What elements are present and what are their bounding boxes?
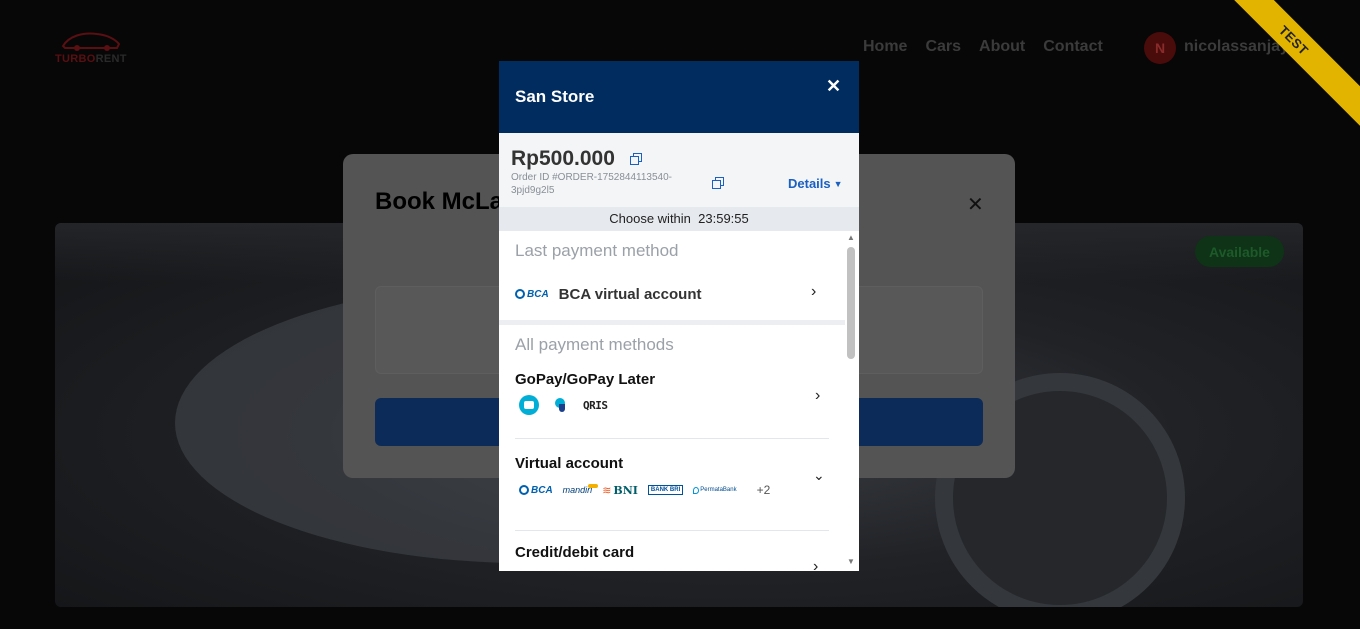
scrollbar[interactable]: ▲ ▼ <box>845 231 859 571</box>
section-divider <box>499 320 845 325</box>
bni-icon: ≋ BNI <box>602 483 638 497</box>
gopay-later-icon <box>553 396 569 414</box>
mandiri-icon: mandiri <box>562 484 598 495</box>
car-logo-icon <box>61 32 121 51</box>
details-label: Details <box>788 176 831 191</box>
scroll-down-icon[interactable]: ▼ <box>847 557 855 566</box>
bri-icon: BANK BRI <box>647 485 684 495</box>
last-method-bca-va[interactable]: BCA BCA virtual account › <box>515 279 829 309</box>
timer-label: Choose within <box>609 211 691 226</box>
method-icons: BCA mandiri ≋ BNI BANK BRI PermataBank +2 <box>519 483 770 497</box>
method-icons: QRIS <box>519 395 608 415</box>
order-id: Order ID #ORDER-1752844113540-3pjd9g2l5 <box>511 172 673 196</box>
merchant-name: San Store <box>515 87 595 106</box>
method-title: Credit/debit card <box>515 544 635 561</box>
avatar[interactable]: N <box>1144 32 1176 64</box>
details-toggle[interactable]: Details ▼ <box>788 176 843 191</box>
bca-icon: BCA <box>515 289 549 300</box>
nav-links: Home Cars About Contact <box>863 38 1103 56</box>
booking-close-icon[interactable]: ✕ <box>967 192 984 217</box>
close-icon[interactable]: ✕ <box>826 76 841 97</box>
copy-order-id-icon[interactable] <box>712 177 724 189</box>
caret-down-icon: ▼ <box>833 178 843 189</box>
divider <box>515 438 829 439</box>
nav-about[interactable]: About <box>979 38 1025 56</box>
all-methods-heading: All payment methods <box>515 335 674 354</box>
bca-icon: BCA <box>519 485 553 496</box>
chevron-right-icon: › <box>811 283 817 300</box>
last-method-heading: Last payment method <box>515 241 679 260</box>
timer-value: 23:59:55 <box>698 211 749 226</box>
method-title: GoPay/GoPay Later <box>515 371 656 388</box>
copy-amount-icon[interactable] <box>630 153 642 165</box>
nav-cars[interactable]: Cars <box>925 38 961 56</box>
scroll-up-icon[interactable]: ▲ <box>847 233 855 242</box>
payment-method-list: Last payment method BCA BCA virtual acco… <box>499 231 845 571</box>
chevron-right-icon: › <box>815 387 821 404</box>
chevron-down-icon: ⌄ <box>813 467 825 483</box>
payment-modal: San Store ✕ Rp500.000 Order ID #ORDER-17… <box>499 61 859 571</box>
status-badge: Available <box>1195 236 1284 267</box>
nav-contact[interactable]: Contact <box>1043 38 1103 56</box>
logo: TURBORENT <box>55 30 127 66</box>
method-virtual-account[interactable]: Virtual account BCA mandiri ≋ BNI BANK BR… <box>515 455 829 525</box>
nav-home[interactable]: Home <box>863 38 907 56</box>
more-banks-count: +2 <box>756 483 771 497</box>
scrollbar-thumb[interactable] <box>847 247 855 359</box>
order-amount: Rp500.000 <box>511 147 615 170</box>
chevron-right-icon: › <box>813 558 819 571</box>
method-credit-card[interactable]: Credit/debit card › <box>515 544 829 571</box>
gopay-icon <box>519 395 539 415</box>
last-method-label: BCA virtual account <box>558 285 702 303</box>
payment-header: San Store ✕ <box>499 61 859 133</box>
method-title: Virtual account <box>515 455 624 472</box>
logo-text: TURBORENT <box>55 53 127 65</box>
method-gopay[interactable]: GoPay/GoPay Later QRIS › <box>515 371 829 437</box>
divider <box>515 530 829 531</box>
permata-icon: PermataBank <box>693 486 737 494</box>
qris-icon: QRIS <box>583 398 608 412</box>
payment-timer: Choose within 23:59:55 <box>499 207 859 231</box>
order-summary: Rp500.000 Order ID #ORDER-1752844113540-… <box>499 133 859 207</box>
